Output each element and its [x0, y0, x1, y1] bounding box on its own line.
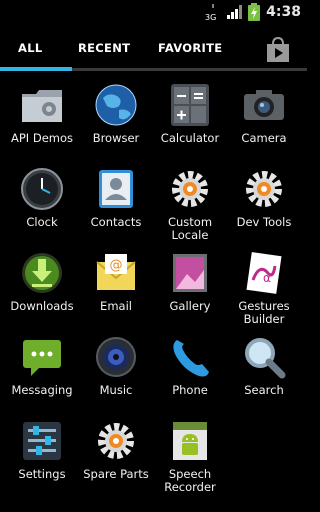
- app-label: Dev Tools: [236, 215, 292, 229]
- app-dev-tools[interactable]: Dev Tools: [227, 166, 301, 229]
- android-icon: [173, 422, 207, 460]
- globe-icon: [95, 84, 137, 126]
- phone-icon: [173, 340, 209, 377]
- app-contacts[interactable]: Contacts: [79, 166, 153, 229]
- app-gallery[interactable]: Gallery: [153, 250, 227, 313]
- app-label: Browser: [92, 131, 140, 145]
- status-time: 4:38: [266, 4, 301, 20]
- magnifier-icon: [245, 338, 286, 379]
- tab-all[interactable]: ALL: [18, 41, 42, 55]
- tab-recent[interactable]: RECENT: [78, 41, 130, 55]
- app-api-demos[interactable]: API Demos: [5, 82, 79, 145]
- store-icon[interactable]: [263, 35, 293, 65]
- gear-icon: [172, 171, 208, 207]
- app-label: Calculator: [160, 131, 220, 145]
- app-label: Settings: [18, 467, 66, 481]
- app-browser[interactable]: Browser: [79, 82, 153, 145]
- network-3g-icon: 3G: [205, 4, 216, 21]
- app-label: Downloads: [10, 299, 74, 313]
- app-gestures-builder[interactable]: α Gestures Builder: [227, 250, 301, 326]
- svg-text:3G: 3G: [205, 13, 216, 21]
- app-phone[interactable]: Phone: [153, 334, 227, 397]
- app-email[interactable]: @ Email: [79, 250, 153, 313]
- status-bar: 3G 4:38: [0, 0, 307, 25]
- app-label: Gestures Builder: [238, 299, 290, 326]
- message-icon: [23, 340, 61, 376]
- app-music[interactable]: Music: [79, 334, 153, 397]
- download-icon: [22, 253, 62, 293]
- app-label: Camera: [241, 131, 287, 145]
- app-downloads[interactable]: Downloads: [5, 250, 79, 313]
- app-calculator[interactable]: Calculator: [153, 82, 227, 145]
- app-messaging[interactable]: Messaging: [5, 334, 79, 397]
- calculator-icon: [171, 84, 209, 126]
- app-camera[interactable]: Camera: [227, 82, 301, 145]
- app-label: Contacts: [90, 215, 142, 229]
- app-speech-recorder[interactable]: Speech Recorder: [153, 418, 227, 494]
- app-clock[interactable]: Clock: [5, 166, 79, 229]
- clock-icon: [21, 168, 63, 210]
- app-settings[interactable]: Settings: [5, 418, 79, 481]
- svg-text:α: α: [263, 271, 271, 285]
- app-label: Spare Parts: [83, 467, 149, 481]
- gallery-icon: [173, 254, 207, 292]
- tab-bar: ALL RECENT FAVORITE: [0, 25, 307, 73]
- app-custom-locale[interactable]: Custom Locale: [153, 166, 227, 242]
- signal-icon: [227, 5, 243, 19]
- tab-favorite[interactable]: FAVORITE: [158, 41, 222, 55]
- folder-gear-icon: [22, 90, 62, 122]
- sliders-icon: [23, 422, 61, 460]
- app-label: Email: [100, 299, 132, 313]
- email-icon: @: [96, 254, 136, 290]
- app-label: API Demos: [10, 131, 73, 145]
- speaker-icon: [96, 337, 136, 377]
- svg-text:@: @: [110, 258, 123, 273]
- app-label: Search: [244, 383, 284, 397]
- contacts-icon: [99, 170, 133, 208]
- battery-charging-icon: [248, 3, 261, 21]
- gear-icon: [98, 423, 134, 459]
- app-label: Custom Locale: [167, 215, 213, 242]
- app-label: Clock: [26, 215, 58, 229]
- app-label: Music: [99, 383, 133, 397]
- tab-active-indicator: [0, 67, 72, 71]
- app-label: Messaging: [11, 383, 73, 397]
- app-label: Speech Recorder: [164, 467, 216, 494]
- app-search[interactable]: Search: [227, 334, 301, 397]
- app-label: Phone: [172, 383, 208, 397]
- app-spare-parts[interactable]: Spare Parts: [79, 418, 153, 481]
- gear-icon: [246, 171, 282, 207]
- gestures-icon: α: [246, 252, 282, 294]
- app-label: Gallery: [169, 299, 211, 313]
- camera-icon: [244, 90, 284, 120]
